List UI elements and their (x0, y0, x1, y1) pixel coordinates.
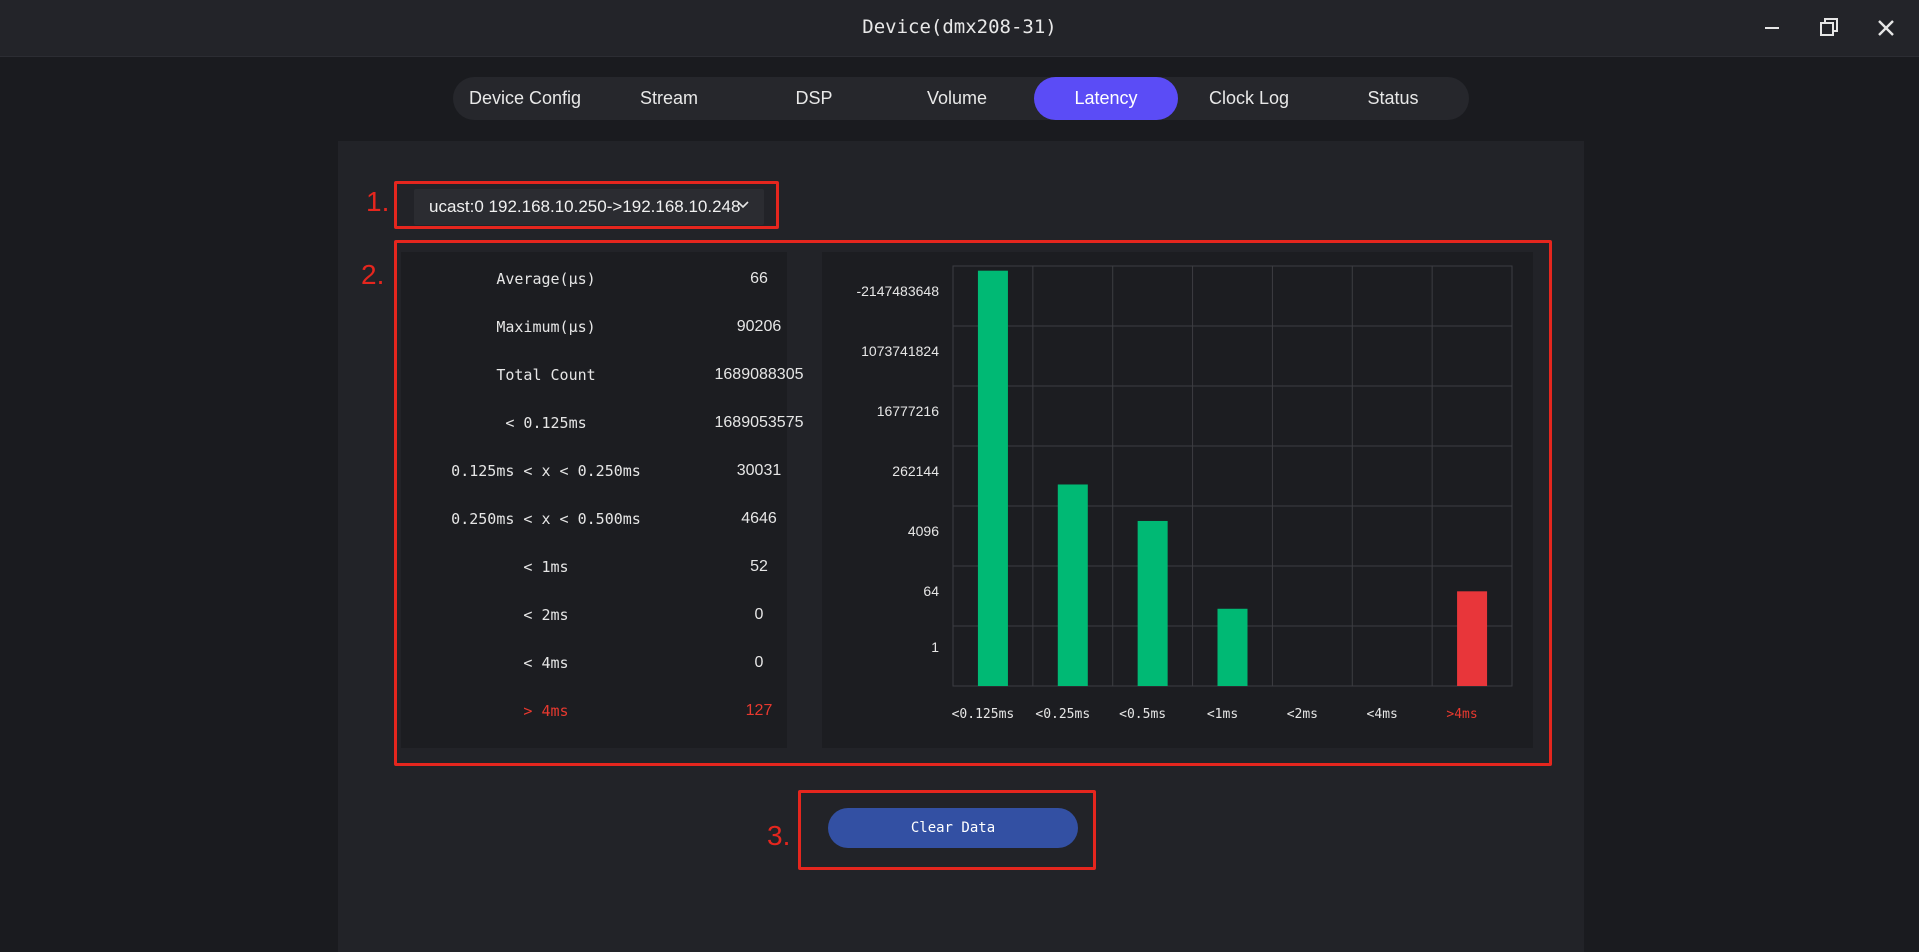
tab-volume[interactable]: Volume (885, 77, 1029, 120)
close-button[interactable] (1870, 12, 1902, 44)
tab-clock-log[interactable]: Clock Log (1177, 77, 1321, 120)
tab-bar: Device Config Stream DSP Volume Latency … (453, 77, 1469, 120)
x-tick-label: >4ms (1446, 707, 1477, 722)
x-tick-label: <0.125ms (952, 707, 1015, 722)
y-tick-label: 1073741824 (861, 343, 939, 359)
stat-label: < 4ms (523, 654, 569, 672)
stat-value: 4646 (741, 510, 777, 527)
stat-row: 0.250ms < x < 0.500ms 4646 (401, 510, 787, 534)
stat-row: 0.125ms < x < 0.250ms 30031 (401, 462, 787, 486)
stat-label: 0.250ms < x < 0.500ms (451, 510, 641, 528)
y-tick-label: 4096 (908, 523, 939, 539)
y-tick-label: 16777216 (877, 403, 940, 419)
stat-value: 66 (750, 270, 768, 287)
stat-row: Average(μs) 66 (401, 270, 787, 294)
histogram-bar (1057, 484, 1088, 686)
histogram-svg: -2147483648 1073741824 16777216 262144 4096 6… (856, 265, 1513, 722)
stat-label: Maximum(μs) (496, 318, 596, 336)
restore-icon (1820, 18, 1838, 36)
stat-value: 127 (745, 702, 773, 719)
y-tick-label: -2147483648 (856, 283, 939, 299)
x-tick-label: <0.25ms (1035, 707, 1090, 722)
histogram-bar (1217, 608, 1248, 686)
tab-latency[interactable]: Latency (1034, 77, 1178, 120)
stat-row-alert: > 4ms 127 (401, 702, 787, 726)
stat-row: < 0.125ms 1689053575 (401, 414, 803, 438)
stat-value: 90206 (736, 318, 782, 335)
minimize-button[interactable] (1756, 12, 1788, 44)
y-tick-label: 64 (923, 583, 939, 599)
stat-row: < 2ms 0 (401, 606, 787, 630)
histogram-bar (977, 270, 1008, 686)
stat-value: 1689088305 (714, 366, 804, 383)
x-tick-label: <4ms (1367, 707, 1398, 722)
stream-select[interactable]: ucast:0 192.168.10.250->192.168.10.248 (414, 189, 764, 225)
close-icon (1878, 20, 1894, 36)
title-bar: Device(dmx208-31) (0, 0, 1919, 57)
tab-status[interactable]: Status (1321, 77, 1465, 120)
histogram-bar (1457, 591, 1488, 686)
stat-label: Total Count (496, 366, 596, 384)
stat-value: 0 (754, 654, 764, 671)
y-tick-label: 1 (931, 639, 939, 655)
tab-stream[interactable]: Stream (597, 77, 741, 120)
stream-select-value: ucast:0 192.168.10.250->192.168.10.248 (429, 197, 741, 216)
window-title: Device(dmx208-31) (862, 16, 1057, 38)
stat-row: < 4ms 0 (401, 654, 787, 678)
annotation-label-1: 1. (366, 186, 390, 217)
histogram-bar (1137, 520, 1168, 686)
stat-value: 30031 (736, 462, 782, 479)
stat-row: Total Count 1689088305 (401, 366, 803, 390)
stat-value: 1689053575 (714, 414, 804, 431)
x-tick-label: <2ms (1287, 707, 1318, 722)
tab-device-config[interactable]: Device Config (453, 77, 597, 120)
stat-label: 0.125ms < x < 0.250ms (451, 462, 641, 480)
y-tick-label: 262144 (892, 463, 939, 479)
stat-value: 0 (754, 606, 764, 623)
stat-label: Average(μs) (496, 270, 596, 288)
stat-row: < 1ms 52 (401, 558, 787, 582)
stat-row: Maximum(μs) 90206 (401, 318, 787, 342)
clear-data-button[interactable]: Clear Data (828, 808, 1078, 848)
minimize-icon (1765, 27, 1779, 29)
chevron-down-icon (737, 201, 749, 209)
stat-label: < 2ms (523, 606, 569, 624)
stat-label: > 4ms (523, 702, 569, 720)
latency-stats-table: Average(μs) 66 Maximum(μs) 90206 Total Cou… (401, 252, 803, 748)
tab-dsp[interactable]: DSP (742, 77, 886, 120)
stat-value: 52 (750, 558, 768, 575)
stat-label: < 0.125ms (505, 414, 587, 432)
latency-histogram-chart: -2147483648 1073741824 16777216 262144 4096 6… (822, 252, 1533, 748)
x-tick-label: <0.5ms (1119, 707, 1166, 722)
stat-label: < 1ms (523, 558, 569, 576)
annotation-label-3: 3. (767, 820, 791, 851)
x-tick-label: <1ms (1207, 707, 1238, 722)
restore-button[interactable] (1813, 12, 1845, 44)
annotation-label-2: 2. (361, 259, 385, 290)
